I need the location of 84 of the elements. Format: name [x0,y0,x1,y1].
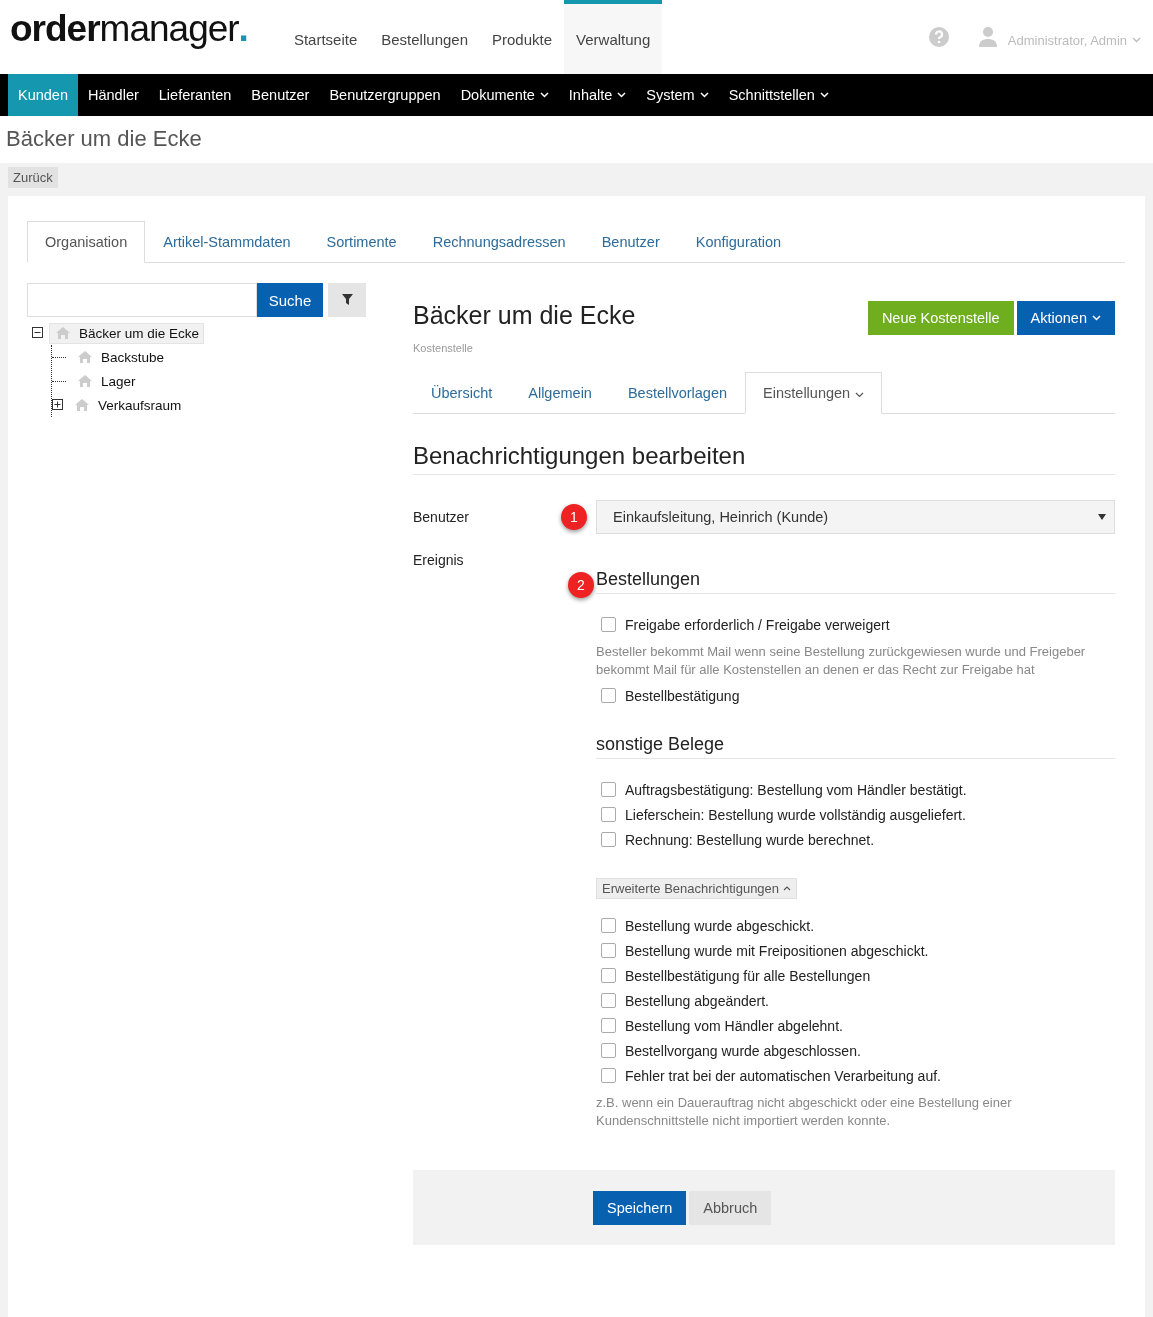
checkbox[interactable] [601,1068,616,1083]
checkbox-label[interactable]: Bestellvorgang wurde abgeschlossen. [625,1042,861,1059]
tab[interactable]: Übersicht [413,372,511,413]
toggle-button[interactable]: Erweiterte Benachrichtigungen [596,878,798,899]
house-icon [78,351,92,363]
checkbox-label[interactable]: Rechnung: Bestellung wurde berechnet. [625,831,875,848]
checkbox-label[interactable]: Auftragsbestätigung: Bestellung vom Händler bestätigt. [625,781,967,798]
checkbox-label[interactable]: Bestellung wurde abgeschickt. [625,917,815,934]
detail-title: Bäcker um die Ecke [413,301,636,330]
tree-item[interactable]: Backstube [72,347,169,367]
checkbox[interactable] [601,993,616,1008]
menu-item[interactable]: Händler [78,74,149,116]
checkbox-label[interactable]: Bestellbestätigung für alle Bestellungen [625,967,871,984]
tab[interactable]: Einstellungen [745,372,883,414]
detail-subtitle: Kostenstelle [413,342,474,354]
back-button[interactable]: Zurück [8,167,58,188]
checkbox-label[interactable]: Fehler trat bei der automatischen Verarbeitung auf. [625,1067,941,1084]
tab[interactable]: Benutzer [583,221,678,262]
checkbox-label[interactable]: Lieferschein: Bestellung wurde vollständig ausgeliefert. [625,806,966,823]
tab[interactable]: Organisation [27,221,146,263]
search-button[interactable]: Suche [257,283,323,317]
checkbox-label[interactable]: Bestellbestätigung [625,687,740,704]
tab[interactable]: Allgemein [510,372,610,413]
menu-item[interactable]: Benutzergruppen [319,74,451,116]
checkbox[interactable] [601,807,616,822]
nav-link[interactable]: Bestellungen [369,0,480,74]
tab[interactable]: Bestellvorlagen [609,372,746,413]
step-badge: 1 [561,504,587,530]
tab[interactable]: Artikel-Stammdaten [145,221,309,262]
tab[interactable]: Konfiguration [677,221,800,262]
checkbox[interactable] [601,1043,616,1058]
menu-item[interactable]: Dokumente [450,74,559,116]
user-select[interactable]: Einkaufsleitung, Heinrich (Kunde) [596,500,1115,534]
tree-item[interactable]: Lager [72,371,140,391]
caret-icon [1098,514,1106,520]
tab[interactable]: Sortimente [308,221,415,262]
nav-link[interactable]: Startseite [281,0,370,74]
menu-item[interactable]: Inhalte [558,74,637,116]
section-title: Benachrichtigungen bearbeiten [413,442,1115,475]
help-icon[interactable] [927,26,950,48]
nav-link[interactable]: Produkte [480,0,565,74]
checkbox[interactable] [601,918,616,933]
checkbox-label[interactable]: Bestellung abgeändert. [625,992,769,1009]
checkbox[interactable] [601,617,616,632]
field-label: Benutzer [413,509,470,525]
caret-icon [1132,37,1141,43]
checkbox[interactable] [601,1018,616,1033]
help-text: z.B. wenn ein Dauerauftrag nicht abgeschickt oder eine Bestellung einer Kundenschnittstelle nicht importiert werden konnte. [596,1094,1013,1130]
filter-icon [341,293,353,305]
step-badge: 2 [568,572,594,598]
logo[interactable]: ordermanager. [0,0,248,74]
nav-link[interactable]: Verwaltung [564,0,663,74]
help-text: Besteller bekommt Mail wenn seine Bestellung zurückgewiesen wurde und Freigeber bekommt Mail für alle Kostenstellen an denen er das Recht zur Freigabe hat [596,643,1087,679]
tab[interactable]: Rechnungsadressen [414,221,584,262]
checkbox[interactable] [601,968,616,983]
menu-item[interactable]: Lieferanten [148,74,242,116]
group-title: sonstige Belege [596,734,725,754]
caret-icon [783,886,792,891]
user-icon[interactable] [977,26,998,48]
menu-item[interactable]: Schnittstellen [718,74,839,116]
filter-button[interactable] [328,283,366,317]
checkbox-label[interactable]: Bestellung wurde mit Freipositionen abgeschickt. [625,942,929,959]
cancel-button[interactable]: Abbruch [689,1190,772,1225]
checkbox-label[interactable]: Freigabe erforderlich / Freigabe verweigert [625,616,890,633]
checkbox-label[interactable]: Bestellung vom Händler abgelehnt. [625,1017,843,1034]
actions-button[interactable]: Aktionen [1016,301,1115,335]
expand-toggle[interactable] [52,397,63,413]
checkbox[interactable] [601,832,616,847]
checkbox[interactable] [601,782,616,797]
tree-item[interactable]: Bäcker um die Ecke [49,322,205,344]
search-field[interactable] [27,283,257,317]
group-title: Bestellungen [596,569,701,589]
checkbox[interactable] [601,943,616,958]
checkbox[interactable] [601,688,616,703]
menu-item[interactable]: System [636,74,719,116]
save-button[interactable]: Speichern [593,1190,687,1225]
field-label: Ereignis [413,552,464,568]
house-icon [75,399,89,411]
collapse-toggle[interactable] [32,325,43,341]
house-icon [56,327,70,339]
tree-item[interactable]: Verkaufsraum [69,395,186,415]
page-title: Bäcker um die Ecke [5,125,203,153]
house-icon [78,375,92,387]
menu-item[interactable]: Benutzer [241,74,320,116]
